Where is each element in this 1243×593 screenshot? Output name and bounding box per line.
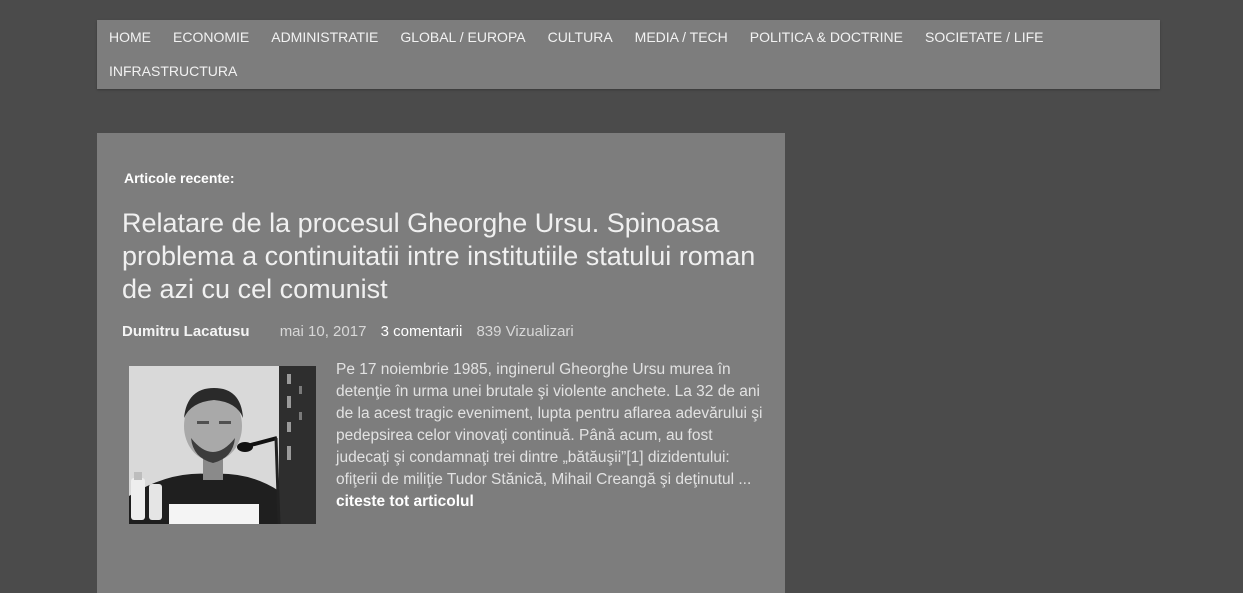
- article-excerpt-text: Pe 17 noiembrie 1985, inginerul Gheorghe…: [336, 361, 763, 488]
- recent-articles-panel: Articole recente: Relatare de la procesu…: [97, 133, 785, 593]
- article-excerpt: Pe 17 noiembrie 1985, inginerul Gheorghe…: [336, 359, 766, 513]
- article-comments-link[interactable]: 3 comentarii: [381, 323, 463, 340]
- nav-item-societate-life[interactable]: SOCIETATE / LIFE: [925, 20, 1044, 54]
- article-views-count: 839 Vizualizari: [476, 323, 574, 340]
- article-author-link[interactable]: Dumitru Lacatusu: [122, 323, 250, 340]
- nav-item-administratie[interactable]: ADMINISTRATIE: [271, 20, 378, 54]
- article-meta: Dumitru Lacatusu mai 10, 2017 3 comentar…: [122, 323, 574, 340]
- nav-item-global-europa[interactable]: GLOBAL / EUROPA: [400, 20, 525, 54]
- article-date: mai 10, 2017: [279, 323, 367, 340]
- nav-item-home[interactable]: HOME: [109, 20, 151, 54]
- nav-menu: HOME ECONOMIE ADMINISTRATIE GLOBAL / EUR…: [97, 20, 1159, 88]
- nav-item-economie[interactable]: ECONOMIE: [173, 20, 249, 54]
- top-navigation-bar: HOME ECONOMIE ADMINISTRATIE GLOBAL / EUR…: [97, 20, 1160, 89]
- read-more-link[interactable]: citeste tot articolul: [336, 493, 474, 510]
- recent-articles-heading: Articole recente:: [124, 170, 235, 186]
- nav-item-infrastructura[interactable]: INFRASTRUCTURA: [109, 54, 237, 88]
- nav-item-politica-doctrine[interactable]: POLITICA & DOCTRINE: [750, 20, 903, 54]
- article-thumbnail[interactable]: [129, 366, 316, 524]
- article-title-link[interactable]: Relatare de la procesul Gheorghe Ursu. S…: [122, 207, 762, 306]
- nav-item-media-tech[interactable]: MEDIA / TECH: [635, 20, 728, 54]
- nav-item-cultura[interactable]: CULTURA: [548, 20, 613, 54]
